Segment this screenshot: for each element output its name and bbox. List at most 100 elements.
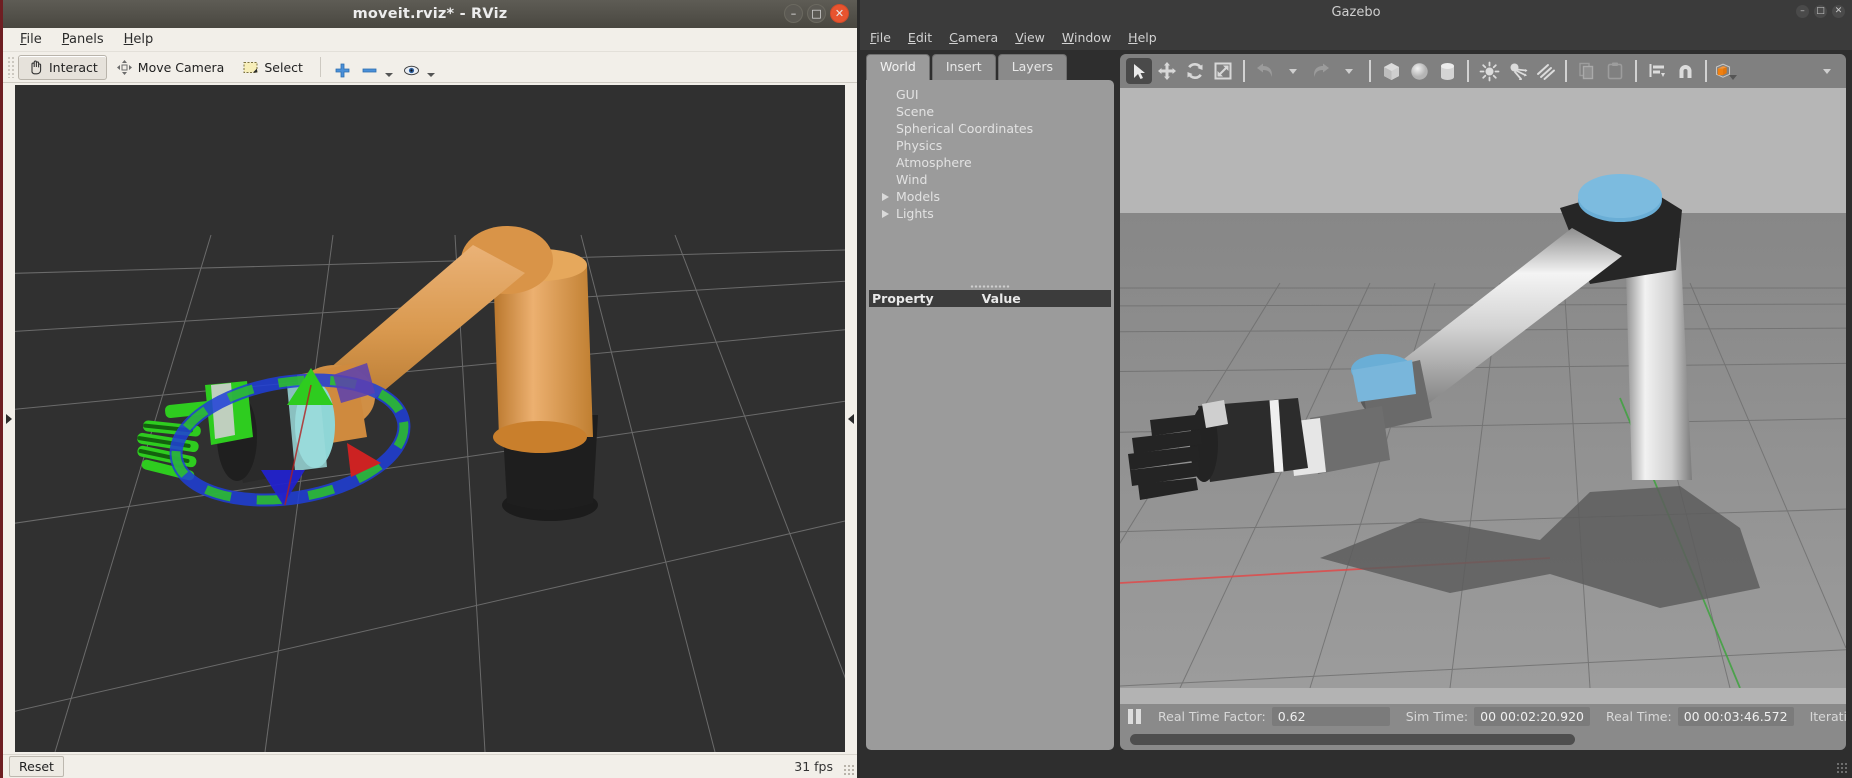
align-icon	[1649, 63, 1665, 77]
tree-item-scene[interactable]: Scene	[884, 103, 1114, 120]
gazebo-horizontal-scrollbar[interactable]	[1120, 728, 1846, 750]
expand-chevron-icon[interactable]	[882, 210, 889, 218]
gz-menu-file[interactable]: File	[870, 28, 902, 47]
remove-dropdown-caret-icon[interactable]	[384, 72, 393, 77]
screen: moveit.rviz* - RViz – □ ✕ File Panels He…	[0, 0, 1852, 778]
snap-button[interactable]	[1672, 58, 1698, 84]
sim-time-label: Sim Time:	[1405, 708, 1469, 724]
tab-insert[interactable]: Insert	[931, 54, 996, 80]
menu-help[interactable]: Help	[115, 30, 163, 49]
toolbar-grip[interactable]	[7, 56, 15, 78]
remove-display-button[interactable]	[356, 55, 398, 80]
right-panel-expander[interactable]	[845, 83, 857, 754]
scrollbar-thumb[interactable]	[1130, 733, 1575, 745]
insert-sphere-button[interactable]	[1406, 58, 1432, 84]
undo-icon	[1257, 63, 1272, 77]
minimize-button[interactable]: –	[784, 4, 803, 23]
panel-splitter-handle[interactable]	[866, 282, 1114, 290]
directional-light-icon	[1536, 63, 1555, 80]
tab-world[interactable]: World	[866, 54, 930, 80]
gz-menu-help[interactable]: Help	[1128, 28, 1168, 47]
reset-button[interactable]: Reset	[9, 756, 64, 777]
point-light-button[interactable]	[1476, 58, 1502, 84]
sim-time-value: 00 00:02:20.920	[1474, 706, 1590, 726]
paste-icon	[1607, 62, 1623, 80]
tree-label: Physics	[896, 138, 943, 153]
menu-file-label: ile	[26, 32, 42, 47]
gazebo-resize-grip[interactable]	[1836, 762, 1848, 774]
left-panel-expander[interactable]	[3, 83, 15, 754]
iterations-label: Iterations:	[1809, 708, 1846, 724]
rviz-3d-viewport[interactable]	[15, 85, 845, 752]
undo-dropdown-button[interactable]	[1280, 58, 1306, 84]
gz-minimize-button[interactable]: –	[1796, 5, 1809, 18]
focus-camera-button[interactable]	[398, 55, 440, 80]
expand-chevron-icon[interactable]	[882, 193, 889, 201]
menu-file[interactable]: File	[11, 30, 51, 49]
add-display-button[interactable]	[329, 55, 356, 80]
view-mode-button[interactable]	[1714, 58, 1740, 84]
gz-maximize-button[interactable]: □	[1814, 5, 1827, 18]
toolbar-separator	[1243, 60, 1245, 82]
select-mode-button[interactable]	[1126, 58, 1152, 84]
tree-item-atmosphere[interactable]: Atmosphere	[884, 154, 1114, 171]
pause-icon[interactable]	[1128, 708, 1141, 724]
interact-button[interactable]: Interact	[18, 54, 107, 80]
tree-item-gui[interactable]: GUI	[884, 86, 1114, 103]
maximize-button[interactable]: □	[807, 4, 826, 23]
scale-icon	[1214, 62, 1232, 80]
move-camera-button[interactable]: Move Camera	[107, 55, 234, 80]
real-time-label: Real Time:	[1605, 708, 1672, 724]
rviz-window-title: moveit.rviz* - RViz	[352, 6, 508, 22]
align-button[interactable]	[1644, 58, 1670, 84]
tree-item-spherical-coordinates[interactable]: Spherical Coordinates	[884, 120, 1114, 137]
tab-layers[interactable]: Layers	[997, 54, 1068, 80]
select-label: Select	[264, 59, 303, 75]
gz-close-button[interactable]: ✕	[1832, 5, 1845, 18]
close-button[interactable]: ✕	[830, 4, 849, 23]
minus-icon	[362, 68, 377, 72]
gz-menu-view[interactable]: View	[1015, 28, 1056, 47]
toolbar-separator	[1467, 60, 1469, 82]
rotate-mode-button[interactable]	[1182, 58, 1208, 84]
insert-cylinder-button[interactable]	[1434, 58, 1460, 84]
box-icon	[1383, 62, 1399, 80]
translate-mode-button[interactable]	[1154, 58, 1180, 84]
select-button[interactable]: Select	[233, 55, 312, 80]
scale-mode-button[interactable]	[1210, 58, 1236, 84]
tree-item-lights[interactable]: Lights	[882, 205, 1114, 222]
rviz-menubar: File Panels Help	[3, 28, 857, 52]
copy-button[interactable]	[1574, 58, 1600, 84]
rotate-arrows-icon	[1187, 63, 1203, 79]
toolbar-overflow-button[interactable]	[1814, 58, 1840, 84]
insert-box-button[interactable]	[1378, 58, 1404, 84]
redo-dropdown-button[interactable]	[1336, 58, 1362, 84]
gz-menu-camera[interactable]: Camera	[949, 28, 1009, 47]
undo-button[interactable]	[1252, 58, 1278, 84]
gazebo-tabbar: World Insert Layers	[866, 54, 1114, 80]
spot-light-button[interactable]	[1504, 58, 1530, 84]
resize-grip[interactable]	[843, 764, 855, 776]
plus-icon	[335, 63, 350, 77]
tree-item-physics[interactable]: Physics	[884, 137, 1114, 154]
chevron-down-icon[interactable]	[1729, 74, 1737, 80]
paste-button[interactable]	[1602, 58, 1628, 84]
rviz-window-controls: – □ ✕	[784, 4, 849, 23]
focus-dropdown-caret-icon[interactable]	[426, 72, 435, 77]
toolbar-separator	[1565, 60, 1567, 82]
tree-item-wind[interactable]: Wind	[884, 171, 1114, 188]
gz-menu-window[interactable]: Window	[1062, 28, 1122, 47]
gz-menu-edit[interactable]: Edit	[908, 28, 943, 47]
redo-button[interactable]	[1308, 58, 1334, 84]
world-tree-panel: GUI Scene Spherical Coordinates Physics …	[866, 80, 1114, 750]
gazebo-menubar: File Edit Camera View Window Help	[860, 24, 1852, 50]
directional-light-button[interactable]	[1532, 58, 1558, 84]
world-tree: GUI Scene Spherical Coordinates Physics …	[866, 80, 1114, 222]
tree-item-models[interactable]: Models	[882, 188, 1114, 205]
menu-panels[interactable]: Panels	[53, 30, 113, 49]
magnet-icon	[1679, 64, 1691, 78]
tree-label: Atmosphere	[896, 155, 972, 170]
rviz-window: moveit.rviz* - RViz – □ ✕ File Panels He…	[0, 0, 857, 778]
tree-label: Wind	[896, 172, 928, 187]
gazebo-3d-viewport[interactable]	[1120, 88, 1846, 704]
